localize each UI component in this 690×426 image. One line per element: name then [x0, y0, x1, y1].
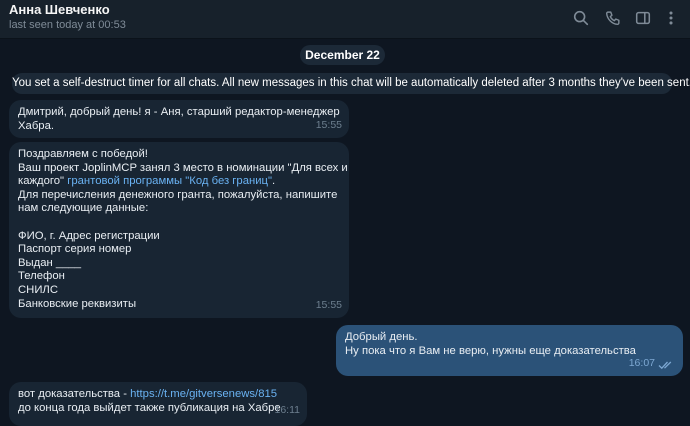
message-line: каждого" [18, 175, 68, 188]
message-time: 15:55 [315, 119, 342, 132]
message-text: Добрый день. Ну пока что я Вам не верю, … [336, 325, 683, 358]
date-separator: December 22 [300, 45, 385, 65]
message-line: Телефон [18, 270, 65, 283]
message-line: Добрый день. [345, 331, 418, 343]
message-line: Ну пока что я Вам не верю, нужны еще док… [345, 344, 636, 357]
message-bubble-incoming[interactable]: Поздравляем с победой! Ваш проект Joplin… [9, 142, 349, 318]
message-line: Выдан ____ [18, 256, 82, 269]
message-line: Для перечисления денежного гранта, пожал… [18, 188, 338, 201]
message-line: Ваш проект JoplinMCP занял 3 место в ном… [18, 161, 348, 174]
message-line: Хабра. [18, 119, 54, 132]
search-icon[interactable] [570, 7, 592, 29]
chat-header: Анна Шевченко last seen today at 00:53 [0, 0, 690, 39]
message-bubble-incoming[interactable]: Дмитрий, добрый день! я - Аня, старший р… [9, 100, 349, 138]
phone-icon[interactable] [602, 7, 624, 29]
message-bubble-outgoing[interactable]: Добрый день. Ну пока что я Вам не верю, … [336, 325, 683, 376]
sidebar-toggle-icon[interactable] [632, 7, 654, 29]
message-text: Дмитрий, добрый день! я - Аня, старший р… [9, 100, 349, 133]
message-text: Поздравляем с победой! Ваш проект Joplin… [9, 142, 349, 311]
message-line: до конца года выйдет также публикация на… [18, 401, 281, 414]
message-line: Банковские реквизиты [18, 297, 137, 310]
message-time: 16:11 [274, 404, 301, 417]
message-line: СНИЛС [18, 283, 59, 296]
message-line: ФИО, г. Адрес регистрации [18, 229, 160, 242]
message-line: вот доказательства - [18, 388, 131, 400]
read-checkmarks-icon [658, 361, 672, 370]
message-link[interactable]: https://t.me/gitversenews/815 [130, 388, 277, 400]
message-bubble-incoming[interactable]: вот доказательства - https://t.me/gitver… [9, 382, 307, 426]
message-link[interactable]: грантовой программы "Код без границ" [67, 175, 272, 187]
chat-title[interactable]: Анна Шевченко [9, 2, 110, 17]
message-line: Паспорт серия номер [18, 243, 132, 256]
more-vertical-icon[interactable] [660, 7, 682, 29]
message-line: Дмитрий, добрый день! я - Аня, старший р… [18, 106, 340, 118]
service-message: You set a self-destruct timer for all ch… [12, 73, 690, 94]
message-text: вот доказательства - https://t.me/gitver… [9, 382, 307, 415]
message-line: Поздравляем с победой! [18, 148, 148, 160]
message-line: нам следующие данные: [18, 202, 149, 215]
message-line: . [272, 175, 276, 188]
message-time: 15:55 [315, 299, 342, 312]
message-time: 16:07 [628, 357, 655, 370]
last-seen-status: last seen today at 00:53 [9, 19, 126, 31]
